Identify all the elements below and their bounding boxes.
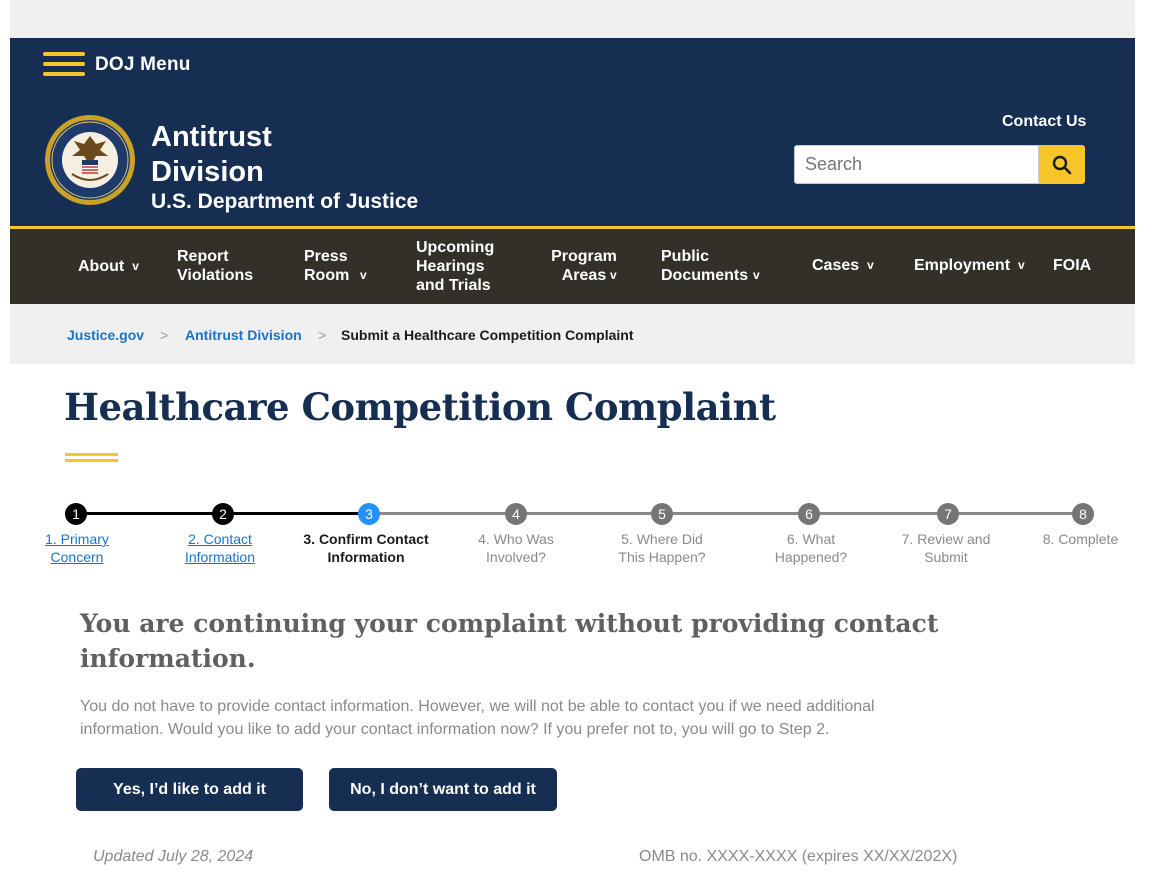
nav-item-program-areas[interactable]: Program Areas v (550, 247, 630, 285)
nav-label: Press Room (304, 248, 350, 284)
chevron-down-icon: v (753, 267, 760, 282)
step-3-marker: 3 (358, 503, 380, 525)
omb-number: OMB no. XXXX-XXXX (expires XX/XX/202X) (639, 848, 958, 865)
doj-menu-label: DOJ Menu (95, 54, 191, 75)
nav-label: Employment (914, 257, 1011, 274)
breadcrumb-separator: > (318, 327, 327, 343)
site-header: DOJ Menu Antitrust Division U.S. Departm… (10, 38, 1135, 226)
notice-body: You do not have to provide contact infor… (80, 698, 875, 738)
doj-menu-button[interactable]: DOJ Menu (43, 52, 191, 78)
step-4-marker: 4 (505, 503, 527, 525)
step-7-label: 7. Review and Submit (891, 530, 1001, 566)
step-1-marker: 1 (65, 503, 87, 525)
title-underline (65, 453, 118, 464)
step-label-line: 5. Where Did (621, 531, 703, 547)
step-4-label: 4. Who Was Involved? (461, 530, 571, 566)
step-label-line: 1. Primary (45, 531, 109, 547)
step-5-label: 5. Where Did This Happen? (607, 530, 717, 566)
nav-label: Upcoming Hearings and Trials (416, 239, 495, 294)
chevron-down-icon: v (360, 267, 367, 282)
add-contact-no-button[interactable]: No, I don’t want to add it (329, 768, 557, 811)
step-label-line: Information (184, 549, 256, 565)
chevron-down-icon: v (610, 267, 617, 282)
nav-item-foia[interactable]: FOIA (1053, 256, 1091, 275)
step-label-line: Concern (50, 549, 104, 565)
nav-item-public-documents[interactable]: Public Documents v (661, 247, 776, 285)
step-2-marker: 2 (212, 503, 234, 525)
nav-item-employment[interactable]: Employment v (914, 256, 1025, 275)
contact-us-link[interactable]: Contact Us (1002, 113, 1086, 131)
breadcrumb-antitrust-division[interactable]: Antitrust Division (185, 327, 302, 343)
step-label-line: 4. Who Was (478, 531, 554, 547)
stepper-line-todo (369, 512, 1082, 515)
breadcrumb-separator: > (160, 327, 169, 343)
nav-item-press-room[interactable]: Press Room v (304, 247, 384, 285)
search-icon (1052, 155, 1072, 174)
nav-label: FOIA (1053, 257, 1092, 274)
hamburger-icon (43, 52, 85, 78)
step-5-marker: 5 (651, 503, 673, 525)
top-strip-bg (10, 0, 1135, 38)
step-label-line: 2. Contact (188, 531, 252, 547)
step-label-line: This Happen? (618, 549, 706, 565)
step-label-line: Involved? (486, 549, 546, 565)
nav-item-about[interactable]: About v (78, 257, 139, 276)
search-input[interactable] (794, 145, 1039, 184)
top-strip (0, 0, 1169, 38)
step-label-line: 7. Review and (901, 531, 991, 547)
nav-label: Program Areas (551, 248, 617, 284)
search-button[interactable] (1039, 145, 1085, 184)
step-label-line: 8. Complete (1042, 531, 1119, 547)
step-6-label: 6. What Happened? (756, 530, 866, 566)
step-3-label: 3. Confirm Contact Information (296, 530, 436, 566)
step-label-line: Information (327, 549, 405, 565)
main-nav: About v Report Violations Press Room v Upc… (10, 229, 1135, 304)
breadcrumb-current: Submit a Healthcare Competition Complain… (341, 327, 634, 343)
nav-item-upcoming-hearings[interactable]: Upcoming Hearings and Trials (416, 238, 506, 295)
nav-item-report-violations[interactable]: Report Violations (177, 247, 267, 285)
doj-seal-icon[interactable] (44, 114, 136, 206)
notice-heading: You are continuing your complaint withou… (80, 609, 939, 673)
nav-label: Public Documents (661, 248, 749, 284)
add-contact-yes-button[interactable]: Yes, I’d like to add it (76, 768, 303, 811)
site-subtitle: U.S. Department of Justice (151, 190, 419, 213)
step-label-line: 3. Confirm Contact (303, 531, 429, 547)
nav-label: About (78, 258, 125, 275)
updated-date: Updated July 28, 2024 (93, 848, 254, 865)
page-title: Healthcare Competition Complaint (64, 385, 776, 429)
site-title-line2: Division (151, 156, 264, 188)
chevron-down-icon: v (1018, 258, 1025, 272)
step-8-marker: 8 (1072, 503, 1094, 525)
nav-label: Cases (812, 257, 860, 274)
site-title-line1: Antitrust (151, 121, 272, 153)
breadcrumb: Justice.gov > Antitrust Division > Submi… (10, 304, 1135, 364)
step-label-line: 6. What (786, 531, 836, 547)
step-8-label: 8. Complete (1033, 530, 1128, 548)
step-1-link[interactable]: 1. Primary Concern (27, 530, 127, 566)
nav-item-cases[interactable]: Cases v (812, 256, 874, 275)
nav-label: Report Violations (177, 248, 254, 284)
chevron-down-icon: v (132, 259, 139, 273)
step-label-line: Submit (924, 549, 968, 565)
step-2-link[interactable]: 2. Contact Information (170, 530, 270, 566)
step-7-marker: 7 (937, 503, 959, 525)
step-6-marker: 6 (798, 503, 820, 525)
breadcrumb-justice-gov[interactable]: Justice.gov (67, 327, 144, 343)
chevron-down-icon: v (867, 258, 874, 272)
site-title[interactable]: Antitrust Division (151, 120, 272, 190)
step-label-line: Happened? (774, 549, 848, 565)
